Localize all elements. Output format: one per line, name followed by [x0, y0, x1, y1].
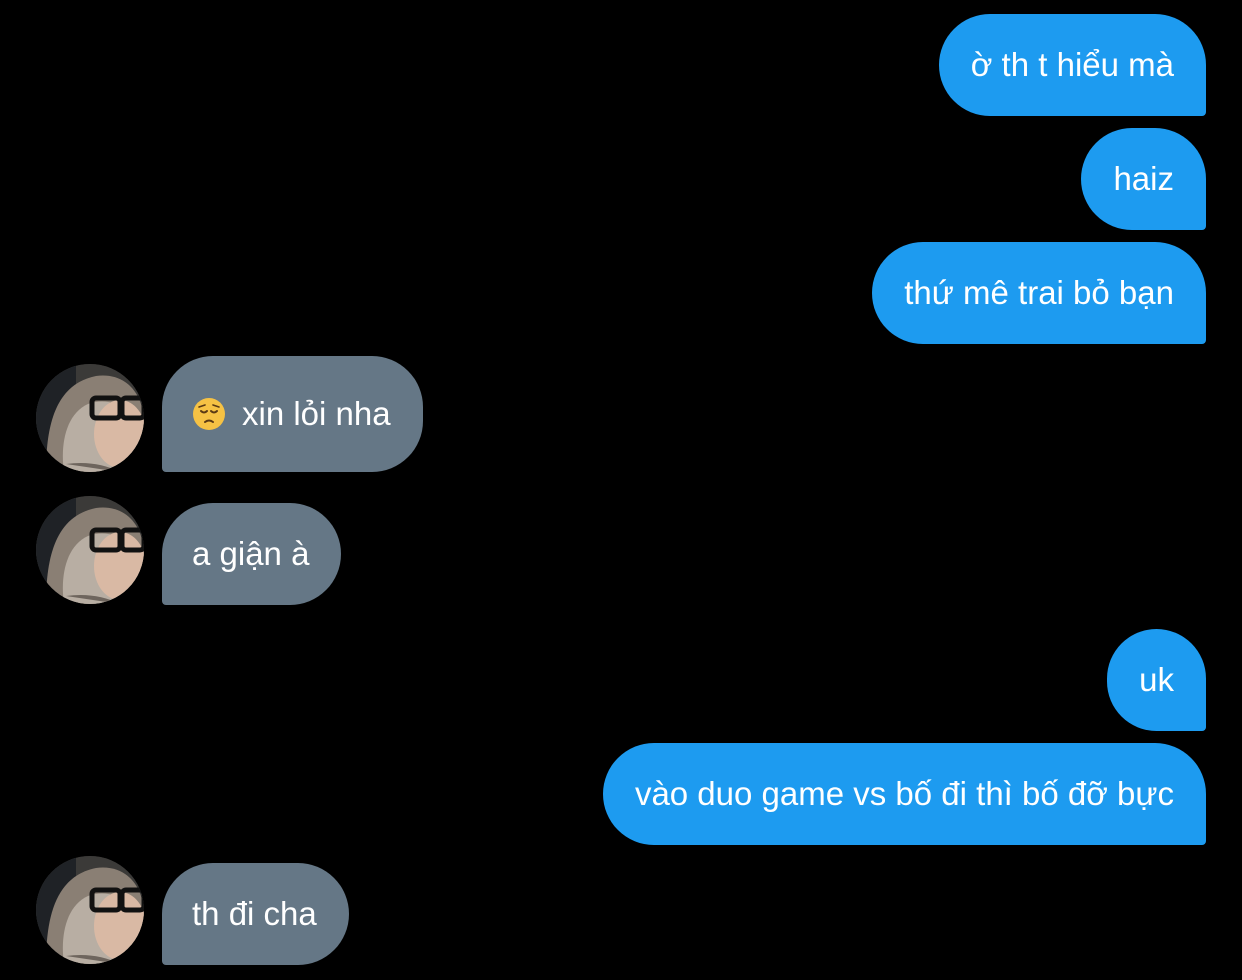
message-text: ờ th t hiểu mà	[970, 46, 1174, 83]
message-text: thứ mê trai bỏ bạn	[904, 274, 1174, 311]
message-text: haiz	[1113, 160, 1174, 197]
message-text: th đi cha	[192, 895, 317, 932]
message-text: vào duo game vs bố đi thì bố đỡ bực	[634, 775, 1174, 812]
outgoing-message-bubble[interactable]: ờ th t hiểu mà	[938, 14, 1206, 116]
chat-thread: ờ th t hiểu mà haiz thứ mê trai bỏ bạn x…	[0, 0, 1242, 980]
contact-avatar[interactable]	[36, 496, 144, 604]
outgoing-message-bubble[interactable]: vào duo game vs bố đi thì bố đỡ bực	[602, 743, 1206, 845]
avatar-image	[36, 856, 144, 964]
contact-avatar[interactable]	[36, 856, 144, 964]
contact-avatar[interactable]	[36, 364, 144, 472]
avatar-image	[36, 364, 144, 472]
message-text: a giận à	[192, 535, 310, 572]
message-text: xin lỏi nha	[242, 395, 391, 432]
outgoing-message-bubble[interactable]: uk	[1107, 629, 1206, 731]
incoming-message-bubble[interactable]: a giận à	[162, 503, 342, 605]
pensive-face-icon	[193, 398, 225, 430]
outgoing-message-bubble[interactable]: thứ mê trai bỏ bạn	[872, 242, 1206, 344]
incoming-message-bubble[interactable]: th đi cha	[162, 863, 349, 965]
outgoing-message-bubble[interactable]: haiz	[1081, 128, 1206, 230]
message-text: uk	[1139, 661, 1174, 698]
avatar-image	[36, 496, 144, 604]
incoming-message-bubble[interactable]: xin lỏi nha	[162, 356, 423, 472]
